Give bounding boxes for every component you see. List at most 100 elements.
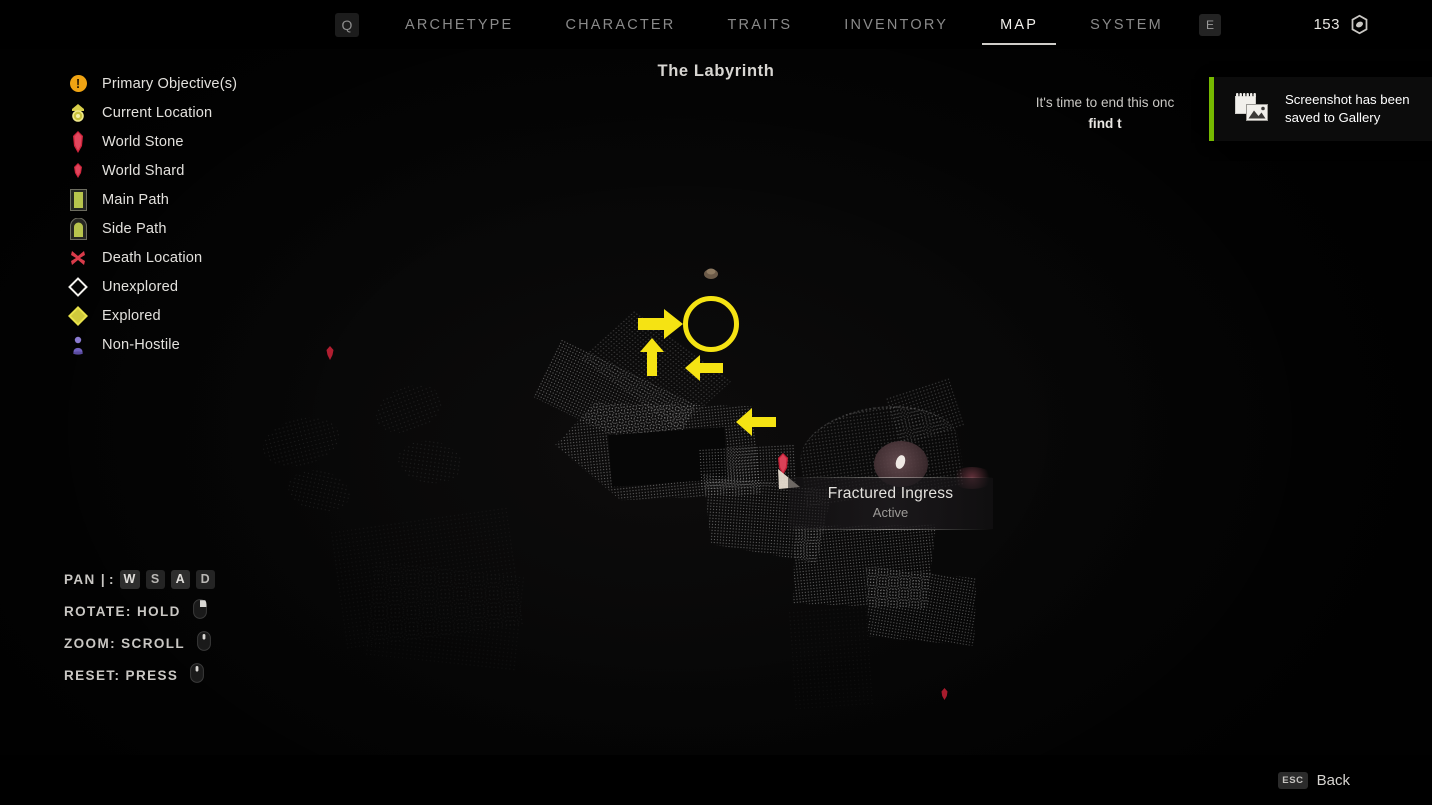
legend-label-primary-objective: Primary Objective(s) — [102, 75, 238, 92]
map-marker-world-shard-west[interactable] — [325, 345, 335, 361]
control-label-rotate: ROTATE: HOLD — [64, 603, 181, 619]
nav-tab-list: Q ARCHETYPE CHARACTER TRAITS INVENTORY M… — [335, 0, 1221, 49]
map-viewport[interactable]: The Labyrinth ! Primary Objective(s) Cur… — [0, 49, 1432, 755]
legend-label-world-stone: World Stone — [102, 133, 184, 150]
tab-map[interactable]: MAP — [974, 0, 1064, 49]
currency-display: 153 — [1313, 0, 1370, 49]
tooltip-body: Fractured Ingress Active — [788, 478, 993, 529]
annotation-arrow-left-lower — [735, 407, 777, 437]
control-hint-pan: PAN | : W S A D — [64, 563, 215, 595]
gallery-photo-icon — [1235, 92, 1269, 127]
tab-character[interactable]: CHARACTER — [539, 0, 701, 49]
legend-item-death-location: Death Location — [64, 243, 324, 272]
bottom-action-bar: ESC Back — [0, 755, 1432, 805]
terrain-corridor-northwest — [533, 339, 697, 463]
terrain-chamber-inner — [608, 427, 728, 487]
death-location-icon — [64, 249, 92, 267]
quest-key-label: Q — [341, 16, 353, 33]
legend-label-current-location: Current Location — [102, 104, 213, 121]
emote-key-badge[interactable]: E — [1198, 13, 1221, 36]
tab-inventory[interactable]: INVENTORY — [818, 0, 974, 49]
legend-item-unexplored: Unexplored — [64, 272, 324, 301]
screenshot-saved-toast: Screenshot has been saved to Gallery — [1209, 77, 1432, 141]
world-shard-icon — [64, 161, 92, 181]
explored-diamond-icon — [64, 305, 92, 326]
keycap-w[interactable]: W — [119, 569, 140, 589]
mouse-right-button-icon — [192, 598, 207, 624]
legend-label-world-shard: World Shard — [102, 162, 185, 179]
terrain-rock-highlight — [894, 453, 907, 471]
legend-item-world-stone: World Stone — [64, 127, 324, 156]
non-hostile-icon — [64, 335, 92, 355]
world-stone-icon — [64, 130, 92, 153]
keycap-a[interactable]: A — [170, 569, 190, 589]
emote-key-label: E — [1205, 17, 1214, 32]
objective-icon: ! — [64, 75, 92, 92]
side-path-door-icon — [64, 217, 92, 240]
top-navigation-bar: Q ARCHETYPE CHARACTER TRAITS INVENTORY M… — [0, 0, 1432, 49]
map-controls-hints: PAN | : W S A D ROTATE: HOLD ZOOM: SCROL… — [64, 563, 215, 691]
legend-item-side-path: Side Path — [64, 214, 324, 243]
keycap-d[interactable]: D — [195, 569, 215, 589]
tab-archetype-label: ARCHETYPE — [405, 16, 514, 33]
terrain-chamber-main — [551, 387, 761, 515]
legend-label-main-path: Main Path — [102, 191, 170, 208]
tooltip-rule-bottom — [788, 529, 993, 530]
keycap-s[interactable]: S — [145, 569, 165, 589]
active-tab-underline — [982, 43, 1057, 45]
terrain-region-southwest — [330, 507, 526, 651]
quest-line-1: It's time to end this onc — [1035, 95, 1175, 110]
tab-traits-label: TRAITS — [727, 16, 793, 33]
legend-item-main-path: Main Path — [64, 185, 324, 214]
tab-inventory-label: INVENTORY — [844, 16, 949, 33]
terrain-region-south-west-2 — [365, 561, 525, 672]
legend-item-world-shard: World Shard — [64, 156, 324, 185]
legend-label-non-hostile: Non-Hostile — [102, 336, 180, 353]
esc-key-badge[interactable]: ESC — [1278, 771, 1308, 789]
control-label-reset: RESET: PRESS — [64, 667, 179, 683]
legend-label-explored: Explored — [102, 307, 161, 324]
scrap-icon — [1351, 14, 1368, 35]
annotation-arrow-up — [639, 337, 665, 377]
terrain-region-west — [257, 410, 345, 474]
toast-accent-bar — [1209, 77, 1214, 141]
legend-label-death-location: Death Location — [102, 249, 203, 266]
mouse-wheel-icon — [197, 630, 211, 656]
control-hint-rotate: ROTATE: HOLD — [64, 595, 215, 627]
legend-label-unexplored: Unexplored — [102, 278, 179, 295]
tab-character-label: CHARACTER — [565, 16, 676, 33]
tooltip-location-name: Fractured Ingress — [827, 485, 954, 502]
quest-key-badge[interactable]: Q — [335, 12, 359, 37]
terrain-region-west-2 — [284, 464, 354, 518]
tab-traits[interactable]: TRAITS — [701, 0, 818, 49]
unexplored-diamond-icon — [64, 276, 92, 297]
map-marker-tooltip: Fractured Ingress Active — [788, 477, 993, 530]
tab-archetype[interactable]: ARCHETYPE — [379, 0, 539, 49]
main-path-door-icon — [64, 188, 92, 211]
annotation-arrow-left-upper — [684, 354, 724, 382]
control-hint-zoom: ZOOM: SCROLL — [64, 627, 215, 659]
terrain-corridor-north — [580, 310, 732, 430]
tooltip-location-state: Active — [872, 505, 909, 520]
toast-message: Screenshot has been saved to Gallery — [1285, 92, 1410, 125]
legend-item-primary-objective: ! Primary Objective(s) — [64, 69, 324, 98]
tab-system-label: SYSTEM — [1090, 16, 1163, 33]
tab-system[interactable]: SYSTEM — [1064, 0, 1189, 49]
legend-item-current-location: Current Location — [64, 98, 324, 127]
control-label-pan: PAN | — [64, 571, 107, 587]
terrain-region-northwest — [369, 376, 449, 442]
annotation-highlight-circle — [683, 296, 739, 352]
control-hint-reset: RESET: PRESS — [64, 659, 215, 691]
mouse-wheel-press-icon — [190, 662, 205, 688]
map-marker-world-shard-south[interactable] — [940, 687, 949, 701]
control-label-zoom: ZOOM: SCROLL — [64, 635, 186, 651]
terrain-region-south-tail — [788, 606, 876, 712]
map-marker-primary-objective[interactable] — [702, 265, 720, 281]
currency-amount: 153 — [1313, 16, 1340, 33]
tab-map-label: MAP — [1000, 16, 1039, 33]
current-location-icon — [64, 103, 92, 123]
terrain-chamber-far-south — [854, 559, 985, 655]
legend-item-explored: Explored — [64, 301, 324, 330]
legend-label-side-path: Side Path — [102, 220, 167, 237]
back-button-label[interactable]: Back — [1317, 772, 1350, 789]
